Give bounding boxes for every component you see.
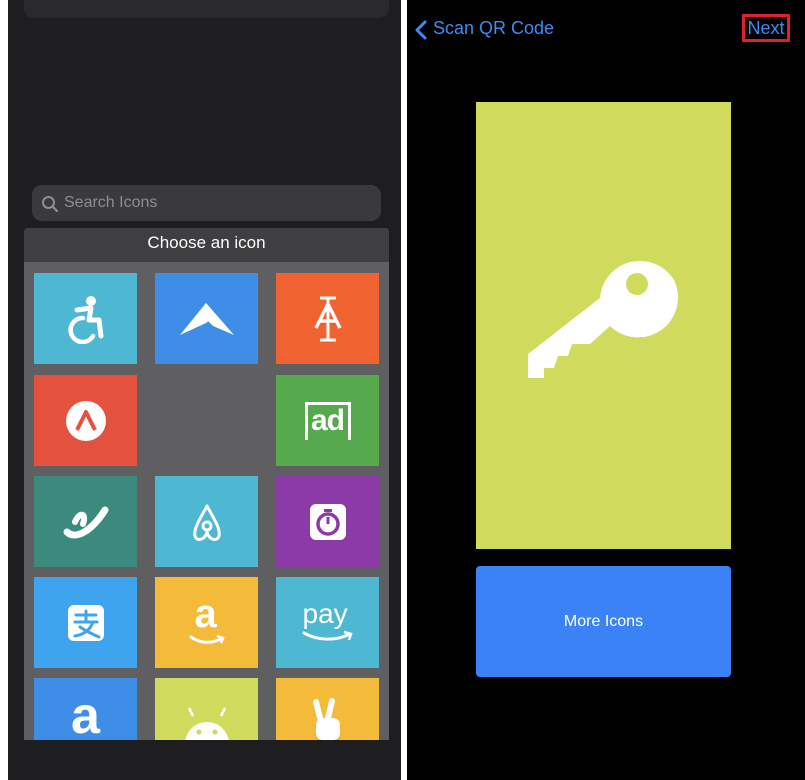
icon-chooser: Choose an icon ad a pay a bbox=[24, 228, 389, 740]
icon-tile-amazon[interactable]: a bbox=[155, 577, 258, 668]
search-input[interactable]: Search Icons bbox=[64, 194, 157, 212]
alipay-icon bbox=[67, 604, 104, 641]
amazon-icon: a bbox=[187, 592, 227, 648]
icon-tile-wheelchair[interactable] bbox=[34, 273, 137, 364]
next-button[interactable]: Next bbox=[742, 14, 790, 42]
amazon-letter: a bbox=[194, 591, 217, 636]
text-cursor-icon bbox=[313, 296, 342, 341]
wheelchair-icon bbox=[67, 295, 103, 344]
swirl-logo-icon bbox=[63, 506, 108, 538]
icon-tile-empty bbox=[155, 375, 258, 466]
amazon-pay-text: pay bbox=[302, 597, 348, 629]
icon-tile-adwords[interactable]: ad bbox=[276, 375, 379, 466]
scan-qr-panel: Scan QR Code Next More Icons bbox=[407, 0, 805, 780]
adwords-icon: ad bbox=[304, 401, 351, 440]
key-icon bbox=[527, 260, 678, 378]
selected-icon-preview[interactable] bbox=[476, 102, 731, 549]
stopwatch-icon bbox=[309, 503, 346, 540]
chevron-left-icon bbox=[415, 20, 427, 40]
back-label: Scan QR Code bbox=[433, 18, 555, 38]
amazon-pay-icon: pay bbox=[300, 597, 356, 646]
icon-tile-a-logo[interactable] bbox=[34, 375, 137, 466]
chooser-title: Choose an icon bbox=[24, 228, 389, 262]
icon-tile-letter-a[interactable]: a bbox=[34, 678, 137, 740]
icon-tile-delta[interactable] bbox=[155, 273, 258, 364]
icon-tile-alipay[interactable] bbox=[34, 577, 137, 668]
airbnb-icon bbox=[192, 504, 221, 541]
icon-tile-stopwatch[interactable] bbox=[276, 476, 379, 567]
search-bar[interactable]: Search Icons bbox=[32, 185, 381, 221]
more-icons-button[interactable]: More Icons bbox=[476, 566, 731, 677]
delta-logo-icon bbox=[179, 302, 234, 335]
icon-picker-panel: Search Icons Choose an icon ad a pay a bbox=[8, 0, 401, 780]
android-icon bbox=[184, 707, 229, 740]
icon-tile-swirl[interactable] bbox=[34, 476, 137, 567]
search-icon bbox=[42, 196, 59, 213]
icon-tile-android[interactable] bbox=[155, 678, 258, 740]
peace-hand-icon bbox=[312, 698, 340, 740]
letter-a-logo-icon bbox=[65, 400, 106, 441]
letter-a-icon: a bbox=[71, 687, 100, 740]
top-card bbox=[24, 0, 389, 18]
icon-tile-peace-hand[interactable] bbox=[276, 678, 379, 740]
icon-tile-amazon-pay[interactable]: pay bbox=[276, 577, 379, 668]
adwords-text: ad bbox=[310, 403, 345, 437]
icon-tile-airbnb[interactable] bbox=[155, 476, 258, 567]
icon-tile-text-cursor[interactable] bbox=[276, 273, 379, 364]
